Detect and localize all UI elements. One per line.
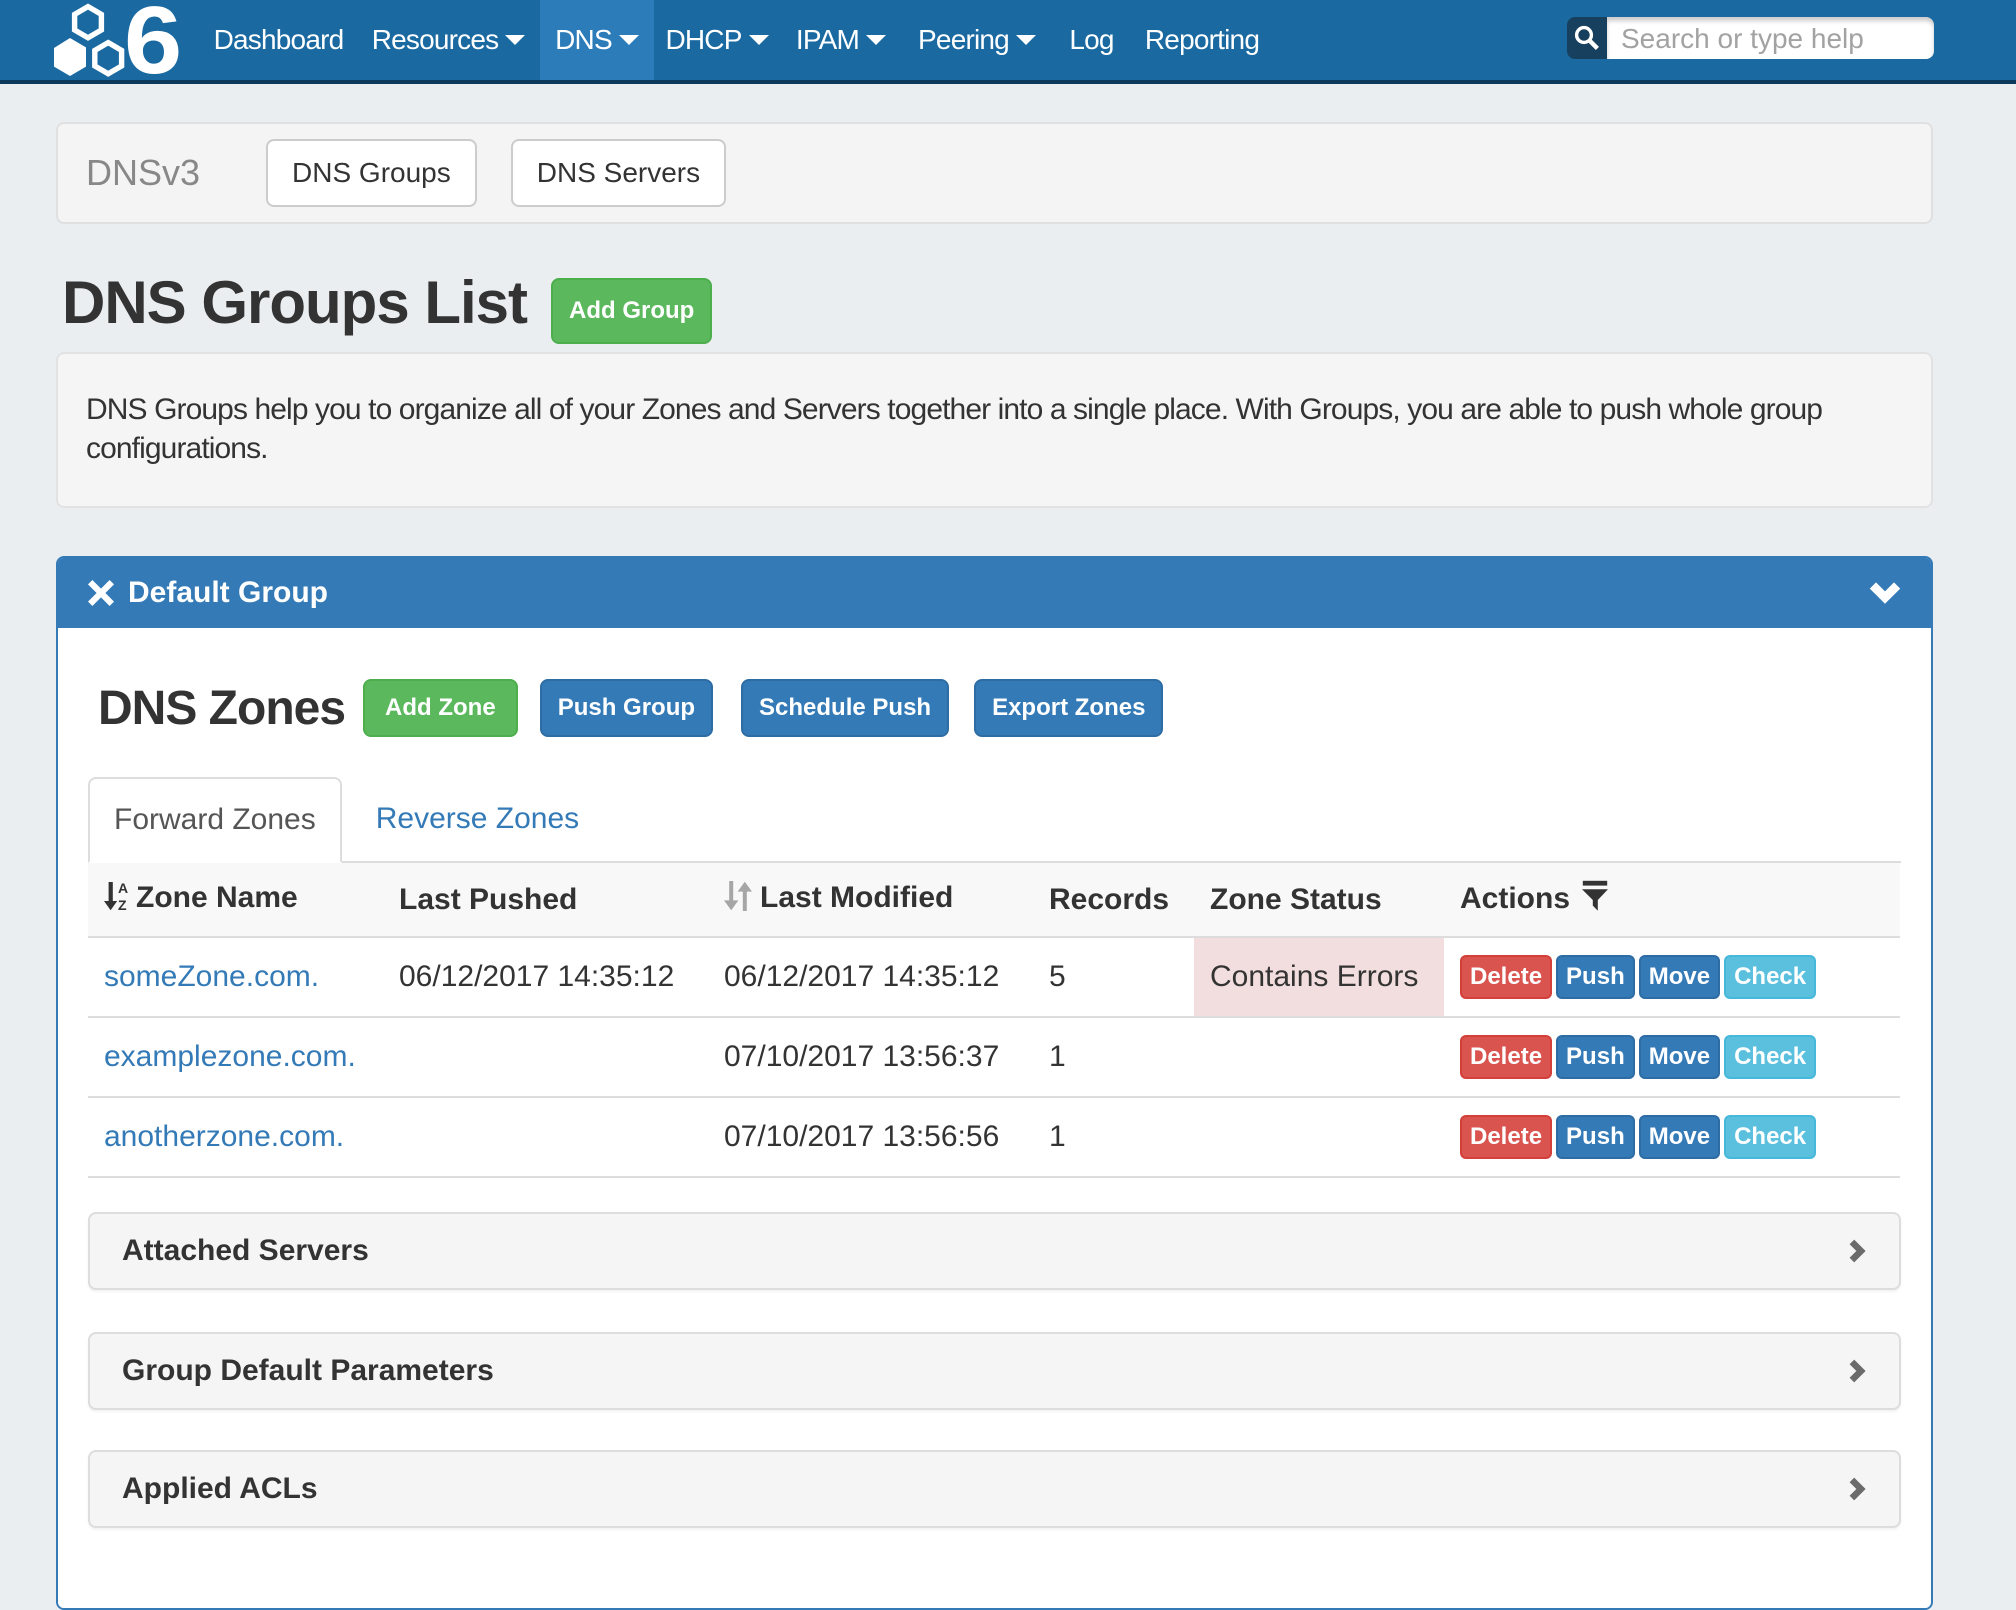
- svg-text:A: A: [118, 881, 128, 896]
- svg-text:Z: Z: [118, 897, 127, 911]
